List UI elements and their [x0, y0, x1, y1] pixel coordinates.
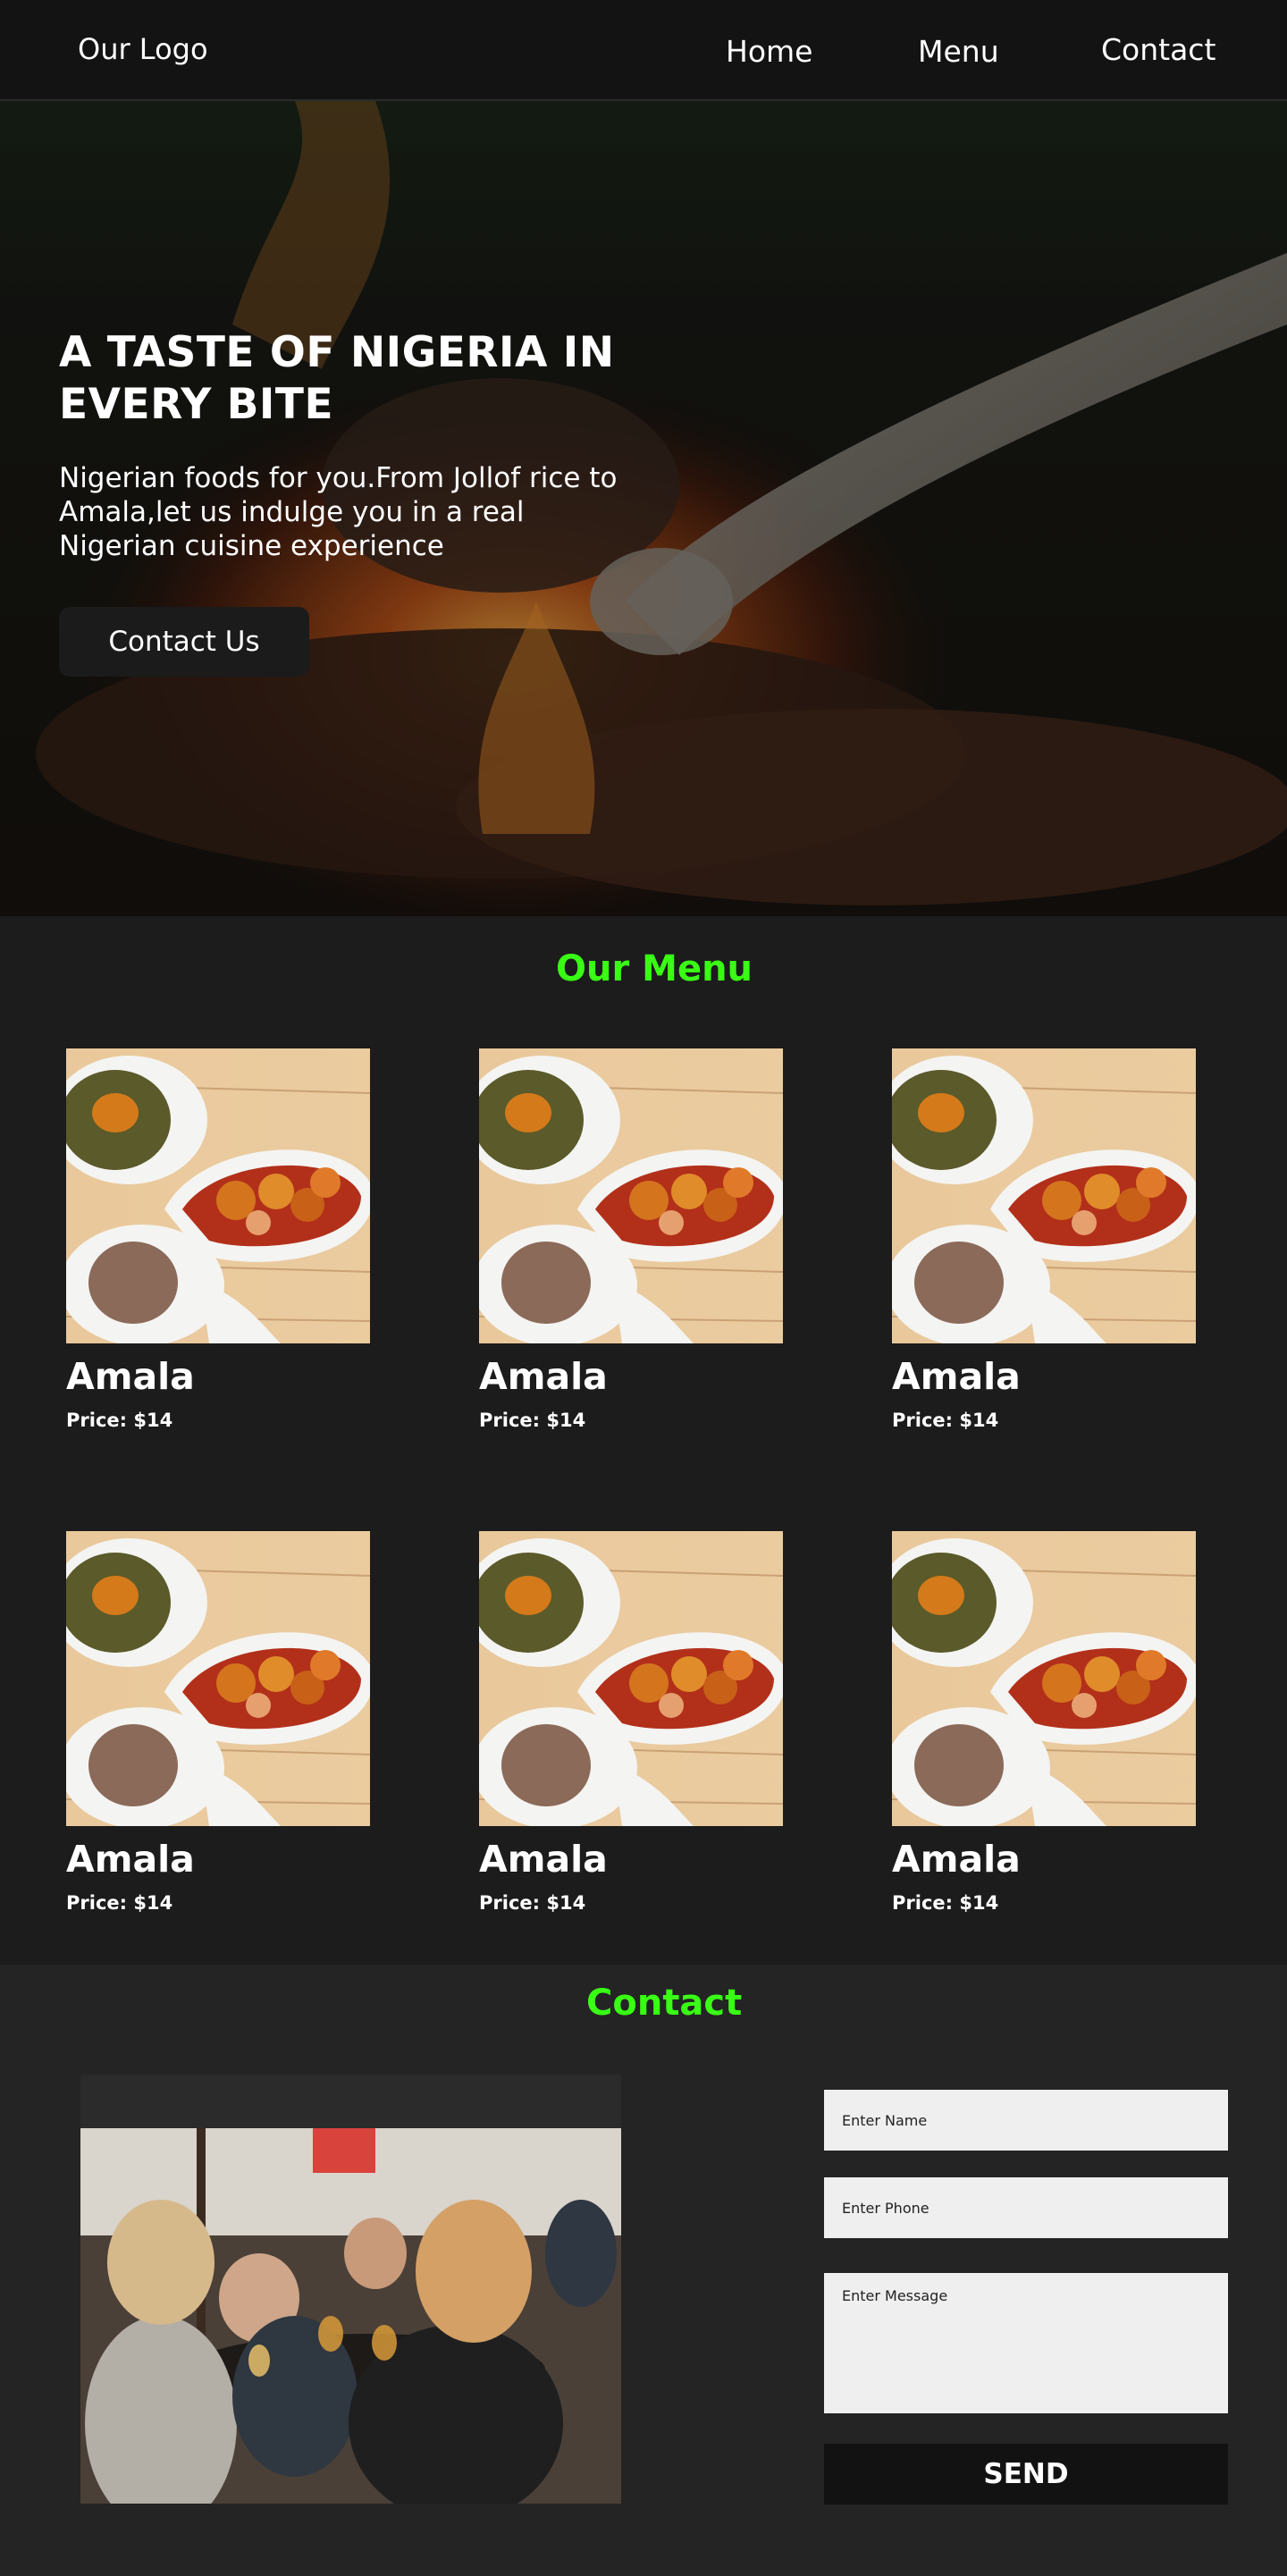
menu-item-name: Amala: [479, 1355, 608, 1398]
menu-card[interactable]: Amala Price: $14: [66, 1531, 370, 1914]
menu-card[interactable]: Amala Price: $14: [479, 1531, 783, 1914]
amala-dish-image: [66, 1531, 370, 1826]
amala-dish-image: [892, 1531, 1196, 1826]
menu-item-price: Price: $14: [892, 1892, 999, 1914]
menu-item-price: Price: $14: [66, 1892, 173, 1914]
menu-item-name: Amala: [479, 1838, 608, 1881]
message-input[interactable]: [824, 2273, 1228, 2413]
amala-dish-image: [892, 1048, 1196, 1343]
name-input[interactable]: [824, 2090, 1228, 2151]
menu-item-price: Price: $14: [66, 1410, 173, 1431]
nav-link-home[interactable]: Home: [726, 34, 812, 69]
nav-link-contact[interactable]: Contact: [1101, 32, 1216, 67]
amala-dish-image: [479, 1048, 783, 1343]
hero-subtitle: Nigerian foods for you.From Jollof rice …: [59, 462, 618, 562]
menu-item-price: Price: $14: [479, 1410, 586, 1431]
menu-item-price: Price: $14: [479, 1892, 586, 1914]
contact-section: Contact SEND: [0, 1965, 1287, 2576]
menu-card[interactable]: Amala Price: $14: [892, 1531, 1196, 1914]
menu-item-name: Amala: [892, 1355, 1021, 1398]
send-button[interactable]: SEND: [824, 2444, 1228, 2504]
logo[interactable]: Our Logo: [78, 32, 208, 66]
phone-input[interactable]: [824, 2177, 1228, 2238]
nav-link-menu[interactable]: Menu: [918, 34, 999, 69]
menu-card[interactable]: Amala Price: $14: [892, 1048, 1196, 1431]
menu-item-name: Amala: [66, 1355, 195, 1398]
menu-item-name: Amala: [892, 1838, 1021, 1881]
menu-section: Our Menu Amala Price: $14 Amala Price: $…: [0, 916, 1287, 1965]
menu-card[interactable]: Amala Price: $14: [66, 1048, 370, 1431]
contact-us-button[interactable]: Contact Us: [59, 607, 309, 677]
menu-item-price: Price: $14: [892, 1410, 999, 1431]
hero-title: A TASTE OF NIGERIA IN EVERY BITE: [59, 328, 615, 429]
menu-card[interactable]: Amala Price: $14: [479, 1048, 783, 1431]
navbar: Our Logo Home Menu Contact: [0, 0, 1287, 101]
restaurant-dining-photo: [80, 2075, 621, 2504]
menu-item-name: Amala: [66, 1838, 195, 1881]
amala-dish-image: [66, 1048, 370, 1343]
contact-section-title: Contact: [586, 1983, 743, 2024]
hero-section: A TASTE OF NIGERIA IN EVERY BITE Nigeria…: [0, 101, 1287, 916]
menu-section-title: Our Menu: [556, 948, 753, 989]
amala-dish-image: [479, 1531, 783, 1826]
